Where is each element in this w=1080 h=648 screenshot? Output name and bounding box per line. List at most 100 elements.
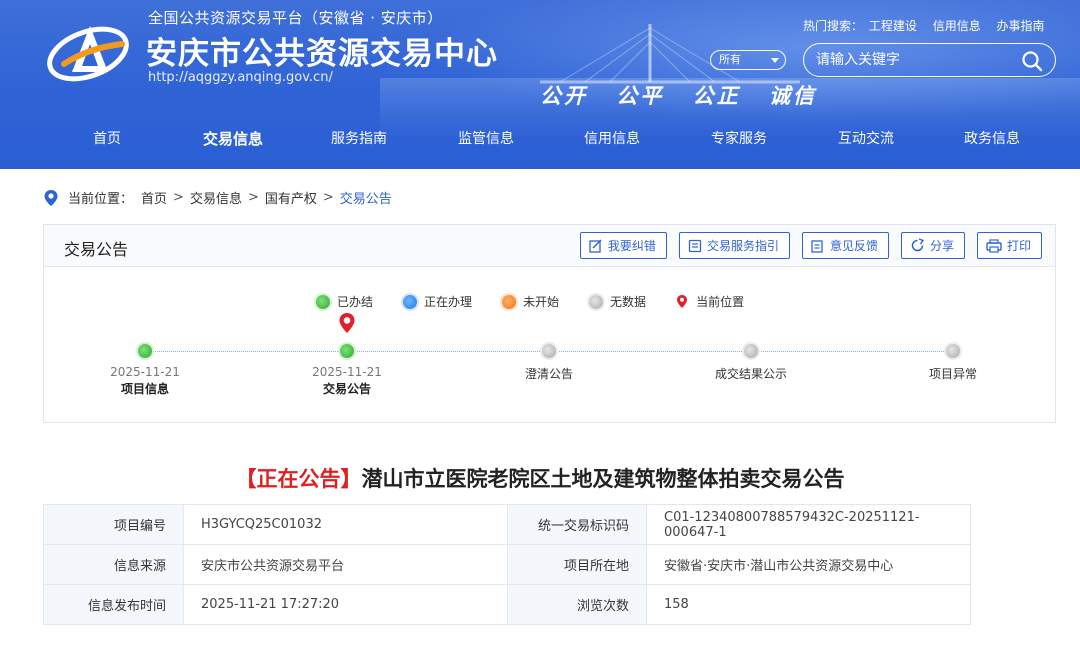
slogan: 公开 公平 公正 诚信 bbox=[540, 80, 835, 110]
share-label: 分享 bbox=[929, 239, 954, 253]
site-logo[interactable] bbox=[44, 14, 134, 84]
breadcrumb-separator: > bbox=[173, 190, 184, 205]
nav-item-interaction[interactable]: 互动交流 bbox=[806, 128, 926, 148]
hot-keyword[interactable]: 工程建设 bbox=[869, 19, 917, 33]
site-name[interactable]: 安庆市公共资源交易中心 bbox=[146, 28, 498, 73]
step-project-info[interactable]: 2025-11-21 项目信息 bbox=[85, 344, 205, 397]
step-name: 项目信息 bbox=[120, 382, 169, 396]
nav-item-government[interactable]: 政务信息 bbox=[932, 128, 1052, 148]
step-name: 交易公告 bbox=[322, 382, 371, 396]
panel-title: 交易公告 bbox=[64, 240, 129, 259]
status-dot-none bbox=[744, 344, 758, 358]
feedback-button[interactable]: 意见反馈 bbox=[801, 232, 889, 259]
hot-keyword[interactable]: 信用信息 bbox=[933, 19, 981, 33]
announcement-status-tag: 【正在公告】 bbox=[235, 467, 362, 491]
edit-icon bbox=[589, 238, 602, 253]
print-label: 打印 bbox=[1006, 239, 1031, 253]
guide-icon bbox=[688, 239, 702, 252]
project-info-table: 项目编号 H3GYCQ25C01032 统一交易标识码 C01-12340800… bbox=[43, 504, 971, 625]
step-clarification[interactable]: 澄清公告 bbox=[489, 344, 609, 382]
breadcrumb-label: 当前位置： bbox=[68, 192, 134, 207]
legend-item-doing: 正在办理 bbox=[403, 293, 472, 310]
map-pin-icon bbox=[677, 295, 688, 308]
nav-item-supervision[interactable]: 监管信息 bbox=[426, 128, 546, 148]
breadcrumb-item[interactable]: 国有产权 bbox=[265, 188, 317, 207]
legend-item-todo: 未开始 bbox=[502, 293, 559, 310]
hot-search-label: 热门搜索： bbox=[803, 19, 864, 33]
nav-item-trade-info[interactable]: 交易信息 bbox=[173, 128, 293, 149]
print-button[interactable]: 打印 bbox=[976, 232, 1042, 259]
feedback-icon bbox=[811, 239, 823, 253]
breadcrumb-separator: > bbox=[322, 190, 334, 205]
hot-keyword[interactable]: 办事指南 bbox=[997, 19, 1045, 33]
legend-item-none: 无数据 bbox=[589, 293, 646, 310]
table-row: 信息发布时间 2025-11-21 17:27:20 浏览次数 158 bbox=[43, 584, 971, 625]
search-icon[interactable] bbox=[1021, 50, 1043, 72]
slogan-word: 公开 bbox=[540, 83, 588, 108]
legend-item-done: 已办结 bbox=[316, 293, 373, 310]
step-project-exception[interactable]: 项目异常 bbox=[893, 344, 1013, 382]
step-name: 澄清公告 bbox=[524, 367, 573, 381]
breadcrumb-item[interactable]: 首页 bbox=[141, 188, 167, 207]
publish-time-value: 2025-11-21 17:27:20 bbox=[183, 584, 508, 625]
legend-label: 无数据 bbox=[610, 295, 647, 309]
search-box bbox=[803, 43, 1056, 77]
step-name: 项目异常 bbox=[928, 367, 977, 381]
field-label: 信息发布时间 bbox=[43, 584, 184, 625]
status-dot-none bbox=[589, 294, 604, 309]
site-header: 全国公共资源交易平台（安徽省 · 安庆市） 安庆市公共资源交易中心 http:/… bbox=[0, 0, 1080, 169]
breadcrumb: 当前位置： 首页 > 交易信息 > 国有产权 > 交易公告 bbox=[43, 188, 392, 207]
step-name: 成交结果公示 bbox=[714, 367, 787, 381]
service-guide-button[interactable]: 交易服务指引 bbox=[678, 232, 790, 259]
progress-panel: 交易公告 我要纠错 交易服务指引 意见反馈 分享 打印 已办结 正在办理 未开始… bbox=[43, 224, 1056, 423]
status-dot-none bbox=[542, 344, 556, 358]
share-icon bbox=[911, 238, 925, 252]
search-input[interactable] bbox=[816, 50, 1016, 70]
platform-line: 全国公共资源交易平台（安徽省 · 安庆市） bbox=[148, 9, 443, 27]
step-deal-result[interactable]: 成交结果公示 bbox=[691, 344, 811, 382]
service-guide-label: 交易服务指引 bbox=[706, 239, 779, 253]
current-position-marker-icon bbox=[339, 313, 355, 333]
breadcrumb-separator: > bbox=[247, 190, 259, 205]
search-scope-select[interactable]: 所有 bbox=[710, 50, 786, 70]
site-url: http://aqggzy.anqing.gov.cn/ bbox=[148, 70, 333, 85]
status-legend: 已办结 正在办理 未开始 无数据 当前位置 bbox=[316, 293, 774, 310]
field-label: 项目所在地 bbox=[507, 544, 647, 585]
slogan-word: 公平 bbox=[616, 83, 665, 108]
unified-id-value: C01-12340800788579432C-20251121-000647-1 bbox=[646, 504, 971, 545]
table-row: 信息来源 安庆市公共资源交易平台 项目所在地 安徽省·安庆市·潜山市公共资源交易… bbox=[43, 544, 971, 585]
legend-label: 已办结 bbox=[337, 295, 374, 309]
toolbar: 我要纠错 交易服务指引 意见反馈 分享 打印 bbox=[579, 232, 1042, 259]
view-count-value: 158 bbox=[646, 584, 971, 625]
table-row: 项目编号 H3GYCQ25C01032 统一交易标识码 C01-12340800… bbox=[43, 504, 971, 545]
nav-item-experts[interactable]: 专家服务 bbox=[679, 128, 799, 148]
breadcrumb-current: 交易公告 bbox=[339, 192, 392, 207]
project-location-value: 安徽省·安庆市·潜山市公共资源交易中心 bbox=[646, 544, 971, 585]
slogan-word: 公正 bbox=[692, 83, 741, 108]
announcement-title: 【正在公告】潜山市立医院老院区土地及建筑物整体拍卖交易公告 bbox=[0, 463, 1080, 493]
slogan-word: 诚信 bbox=[768, 83, 817, 108]
nav-item-home[interactable]: 首页 bbox=[47, 128, 167, 148]
step-date: 2025-11-21 bbox=[312, 365, 382, 379]
field-label: 项目编号 bbox=[43, 504, 184, 545]
status-dot-doing bbox=[403, 294, 418, 309]
nav-item-service-guide[interactable]: 服务指南 bbox=[299, 128, 419, 148]
nav-item-credit[interactable]: 信用信息 bbox=[552, 128, 672, 148]
status-dot-todo bbox=[502, 294, 517, 309]
status-dot-done bbox=[138, 344, 152, 358]
field-label: 浏览次数 bbox=[507, 584, 647, 625]
announcement-title-text: 潜山市立医院老院区土地及建筑物整体拍卖交易公告 bbox=[361, 467, 845, 491]
status-dot-done bbox=[340, 344, 354, 358]
status-dot-none bbox=[946, 344, 960, 358]
share-button[interactable]: 分享 bbox=[900, 232, 965, 259]
status-dot-done bbox=[316, 294, 330, 309]
legend-label: 正在办理 bbox=[424, 295, 473, 309]
step-trade-announcement[interactable]: 2025-11-21 交易公告 bbox=[287, 344, 407, 397]
panel-header: 交易公告 我要纠错 交易服务指引 意见反馈 分享 打印 bbox=[44, 225, 1055, 267]
report-error-button[interactable]: 我要纠错 bbox=[579, 232, 667, 259]
info-source-value: 安庆市公共资源交易平台 bbox=[183, 544, 508, 585]
search-scope-value: 所有 bbox=[719, 53, 741, 66]
location-pin-icon bbox=[44, 189, 58, 206]
step-date: 2025-11-21 bbox=[110, 365, 180, 379]
breadcrumb-item[interactable]: 交易信息 bbox=[190, 188, 242, 207]
